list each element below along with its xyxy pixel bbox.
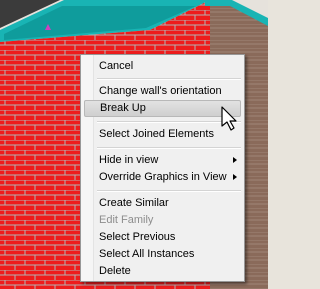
menu-item-break-up[interactable]: Break Up [84, 100, 241, 117]
menu-item-edit-family: Edit Family [99, 214, 154, 226]
menu-item-create-similar[interactable]: Create Similar [84, 195, 241, 212]
menu-item-select-previous[interactable]: Select Previous [84, 229, 241, 246]
menu-separator [97, 121, 241, 123]
menu-separator [97, 78, 241, 80]
menu-item-label: Override Graphics in View [99, 171, 227, 183]
menu-item-hide-in-view[interactable]: Hide in view [84, 152, 241, 169]
menu-item-change-wall-orientation[interactable]: Change wall's orientation [84, 83, 241, 100]
menu-item-override-graphics[interactable]: Override Graphics in View [84, 169, 241, 186]
context-menu: Cancel Change wall's orientation Break U… [80, 54, 245, 282]
menu-item-select-all-instances[interactable]: Select All Instances [84, 246, 241, 263]
lower-wall [0, 262, 80, 289]
submenu-arrow-icon [233, 174, 237, 180]
menu-item-label: Hide in view [99, 154, 159, 166]
menu-item-select-joined-elements[interactable]: Select Joined Elements [84, 126, 241, 143]
menu-separator [97, 147, 241, 149]
mouse-pointer-icon [221, 106, 237, 131]
menu-separator [97, 190, 241, 192]
menu-item-delete[interactable]: Delete [84, 263, 241, 280]
menu-item-cancel[interactable]: Cancel [84, 58, 241, 75]
submenu-arrow-icon [233, 157, 237, 163]
